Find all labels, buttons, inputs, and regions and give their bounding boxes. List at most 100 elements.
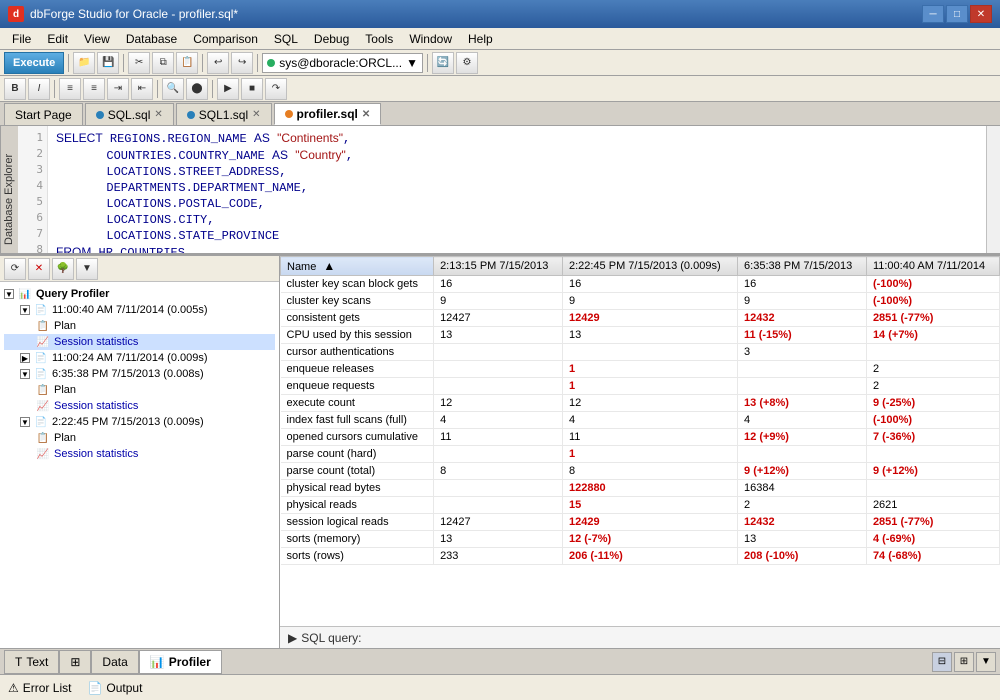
col-time2[interactable]: 2:22:45 PM 7/15/2013 (0.009s) bbox=[562, 257, 737, 276]
tree-node-3[interactable]: ▼ 📄 6:35:38 PM 7/15/2013 (0.008s) bbox=[4, 366, 275, 382]
menu-help[interactable]: Help bbox=[460, 30, 501, 48]
menu-comparison[interactable]: Comparison bbox=[185, 30, 266, 48]
view-split-icon[interactable]: ⊟ bbox=[932, 652, 952, 672]
minimize-button[interactable]: ─ bbox=[922, 5, 944, 23]
tb-stop[interactable]: ■ bbox=[241, 78, 263, 100]
row-v3: 9 (+12%) bbox=[738, 463, 867, 480]
col-time4[interactable]: 11:00:40 AM 7/11/2014 bbox=[866, 257, 999, 276]
tb-profiler-options[interactable]: ▼ bbox=[76, 258, 98, 280]
tree-node-4-plan[interactable]: 📋 Plan bbox=[4, 430, 275, 446]
tree-expand-1[interactable]: ▼ bbox=[20, 305, 30, 315]
tree-node-1-label: 11:00:40 AM 7/11/2014 (0.005s) bbox=[52, 304, 208, 316]
tree-plan-label: Plan bbox=[54, 320, 76, 332]
expand-icon[interactable]: ▶ bbox=[288, 631, 297, 645]
tb-copy[interactable]: ⧉ bbox=[152, 52, 174, 74]
tb-paste[interactable]: 📋 bbox=[176, 52, 198, 74]
output-status[interactable]: 📄 Output bbox=[87, 681, 142, 695]
tree-expand-root[interactable]: ▼ bbox=[4, 289, 14, 299]
menu-debug[interactable]: Debug bbox=[306, 30, 357, 48]
tb-undo[interactable]: ↩ bbox=[207, 52, 229, 74]
tb-profiler-refresh[interactable]: ⟳ bbox=[4, 258, 26, 280]
row-v1 bbox=[434, 480, 563, 497]
view-extra-icon[interactable]: ▼ bbox=[976, 652, 996, 672]
tree-node-4[interactable]: ▼ 📄 2:22:45 PM 7/15/2013 (0.009s) bbox=[4, 414, 275, 430]
error-list-status[interactable]: ⚠ Error List bbox=[8, 681, 71, 695]
close-button[interactable]: ✕ bbox=[970, 5, 992, 23]
row-v2: 15 bbox=[562, 497, 737, 514]
tb-run[interactable]: ▶ bbox=[217, 78, 239, 100]
sql-code-editor[interactable]: SELECT REGIONS.REGION_NAME AS "Continent… bbox=[48, 126, 986, 253]
sql-query-bar: ▶ SQL query: bbox=[280, 626, 1000, 648]
tree-expand-3[interactable]: ▼ bbox=[20, 369, 30, 379]
tb-profiler-tree[interactable]: 🌳 bbox=[52, 258, 74, 280]
tree-node-4-session[interactable]: 📈 Session statistics bbox=[4, 446, 275, 462]
tab-close-icon[interactable]: ✕ bbox=[252, 109, 260, 120]
row-v2: 1 bbox=[562, 446, 737, 463]
tree-node-3-plan[interactable]: 📋 Plan bbox=[4, 382, 275, 398]
tb-settings[interactable]: ⚙ bbox=[456, 52, 478, 74]
tree-node-3-session[interactable]: 📈 Session statistics bbox=[4, 398, 275, 414]
editor-scrollbar[interactable] bbox=[986, 126, 1000, 253]
tb-profiler-stop[interactable]: ✕ bbox=[28, 258, 50, 280]
tab-data[interactable]: Data bbox=[91, 650, 138, 674]
row-v1: 12427 bbox=[434, 310, 563, 327]
tb-save[interactable]: 💾 bbox=[97, 52, 119, 74]
view-full-icon[interactable]: ⊞ bbox=[954, 652, 974, 672]
tb-step-over[interactable]: ↷ bbox=[265, 78, 287, 100]
menu-file[interactable]: File bbox=[4, 30, 39, 48]
tb-redo[interactable]: ↪ bbox=[231, 52, 253, 74]
tab-start-page[interactable]: Start Page bbox=[4, 103, 83, 125]
output-label: Output bbox=[106, 681, 142, 695]
tb-refresh[interactable]: 🔄 bbox=[432, 52, 454, 74]
connection-selector[interactable]: sys@dboracle:ORCL... ▼ bbox=[262, 53, 423, 73]
row-v2: 1 bbox=[562, 361, 737, 378]
menu-tools[interactable]: Tools bbox=[357, 30, 401, 48]
row-v4: 2851 (-77%) bbox=[866, 310, 999, 327]
tb-cut[interactable]: ✂ bbox=[128, 52, 150, 74]
tb-find[interactable]: 🔍 bbox=[162, 78, 184, 100]
tab-text[interactable]: T Text bbox=[4, 650, 59, 674]
tree-expand-4[interactable]: ▼ bbox=[20, 417, 30, 427]
col-name[interactable]: Name ▲ bbox=[281, 257, 434, 276]
tree-root[interactable]: ▼ 📊 Query Profiler bbox=[4, 286, 275, 302]
row-v1: 9 bbox=[434, 293, 563, 310]
tb-open[interactable]: 📁 bbox=[73, 52, 95, 74]
tb-indent[interactable]: ⇥ bbox=[107, 78, 129, 100]
tab-sql[interactable]: SQL.sql ✕ bbox=[85, 103, 174, 125]
tree-node-1[interactable]: ▼ 📄 11:00:40 AM 7/11/2014 (0.005s) bbox=[4, 302, 275, 318]
tb-breakpoint[interactable]: ⬤ bbox=[186, 78, 208, 100]
row-name: execute count bbox=[281, 395, 434, 412]
menu-edit[interactable]: Edit bbox=[39, 30, 76, 48]
db-explorer-sidebar[interactable]: Database Explorer bbox=[0, 126, 18, 253]
tb-italic[interactable]: I bbox=[28, 78, 50, 100]
col-time3[interactable]: 6:35:38 PM 7/15/2013 bbox=[738, 257, 867, 276]
tb-outdent[interactable]: ⇤ bbox=[131, 78, 153, 100]
col-time1[interactable]: 2:13:15 PM 7/15/2013 bbox=[434, 257, 563, 276]
tree-node-2[interactable]: ▶ 📄 11:00:24 AM 7/11/2014 (0.009s) bbox=[4, 350, 275, 366]
menu-database[interactable]: Database bbox=[118, 30, 185, 48]
error-list-label: Error List bbox=[23, 681, 72, 695]
tb-align-center[interactable]: ≡ bbox=[83, 78, 105, 100]
menu-view[interactable]: View bbox=[76, 30, 118, 48]
maximize-button[interactable]: □ bbox=[946, 5, 968, 23]
tab-grid[interactable]: ⊞ bbox=[59, 650, 91, 674]
tab-close-icon[interactable]: ✕ bbox=[154, 109, 162, 120]
connection-dropdown-icon[interactable]: ▼ bbox=[406, 56, 418, 70]
tree-node-1-session[interactable]: 📈 Session statistics bbox=[4, 334, 275, 350]
tb-align-left[interactable]: ≡ bbox=[59, 78, 81, 100]
execute-button[interactable]: Execute bbox=[4, 52, 64, 74]
tab-close-active-icon[interactable]: ✕ bbox=[362, 109, 370, 120]
row-v1 bbox=[434, 378, 563, 395]
menu-window[interactable]: Window bbox=[401, 30, 460, 48]
tab-profiler[interactable]: profiler.sql ✕ bbox=[274, 103, 382, 125]
tab-profiler-bottom[interactable]: 📊 Profiler bbox=[139, 650, 222, 674]
table-row: enqueue releases 1 2 bbox=[281, 361, 1000, 378]
row-v1 bbox=[434, 344, 563, 361]
profiler-table[interactable]: Name ▲ 2:13:15 PM 7/15/2013 2:22:45 PM 7… bbox=[280, 256, 1000, 626]
menu-sql[interactable]: SQL bbox=[266, 30, 306, 48]
tree-expand-2[interactable]: ▶ bbox=[20, 353, 30, 363]
sql-editor[interactable]: Database Explorer 12345678 SELECT REGION… bbox=[0, 126, 1000, 256]
tb-bold[interactable]: B bbox=[4, 78, 26, 100]
tree-node-1-plan[interactable]: 📋 Plan bbox=[4, 318, 275, 334]
tab-sql1[interactable]: SQL1.sql ✕ bbox=[176, 103, 272, 125]
